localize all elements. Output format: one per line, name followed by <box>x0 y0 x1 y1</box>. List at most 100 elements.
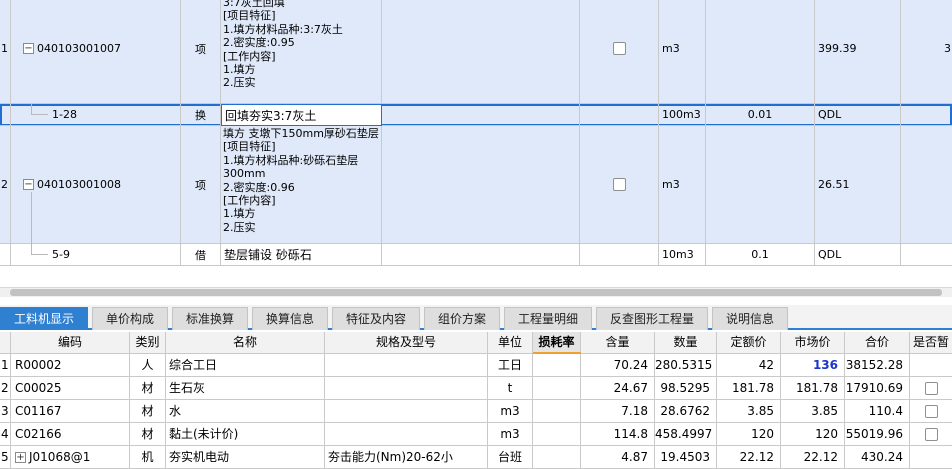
resource-quantity: 19.4503 <box>655 446 717 469</box>
resource-loss-rate[interactable] <box>533 354 581 377</box>
item-value: QDL <box>815 244 901 266</box>
resource-base-price: 120 <box>717 423 781 446</box>
resource-unit: t <box>488 377 533 400</box>
header-quantity[interactable]: 数量 <box>655 332 717 354</box>
horizontal-scrollbar[interactable] <box>0 287 952 297</box>
resource-name: 夯实机电动 <box>166 446 325 469</box>
resource-loss-rate[interactable] <box>533 377 581 400</box>
provisional-cell <box>910 446 952 469</box>
table-row[interactable]: 3 C01167 材 水 m3 7.18 28.6762 3.85 3.85 1… <box>0 400 952 423</box>
item-checkbox[interactable] <box>612 178 626 191</box>
table-row[interactable]: 5 + J01068@1 机 夯实机电动 夯击能力(Nm)20-62小 台班 4… <box>0 446 952 469</box>
table-row[interactable]: 5-9 借 垫层铺设 砂砾石 10m3 0.1 QDL <box>0 244 952 266</box>
header-content[interactable]: 含量 <box>581 332 655 354</box>
header-total[interactable]: 合价 <box>845 332 910 354</box>
item-description[interactable]: 垫层铺设 砂砾石 <box>221 244 382 266</box>
item-description-editor[interactable]: 回填夯实3:7灰土 <box>221 104 382 126</box>
resource-loss-rate[interactable] <box>533 446 581 469</box>
item-checkbox[interactable] <box>612 42 626 55</box>
tree-line <box>31 192 32 255</box>
item-qty: 0.01 <box>706 104 815 126</box>
item-qty: 0.1 <box>706 244 815 266</box>
item-kind: 项 <box>181 0 221 104</box>
resource-loss-rate[interactable] <box>533 423 581 446</box>
provisional-checkbox[interactable] <box>924 427 938 441</box>
resource-category: 机 <box>130 446 166 469</box>
resource-loss-rate[interactable] <box>533 400 581 423</box>
resource-market-price[interactable]: 136 <box>781 354 845 377</box>
item-unit: 100m3 <box>659 104 706 126</box>
tab-labor-material-machine[interactable]: 工料机显示 <box>0 307 88 330</box>
resource-code-cell: + J01068@1 <box>11 446 130 469</box>
resource-content: 114.8 <box>581 423 655 446</box>
empty-cell <box>382 104 580 126</box>
header-category[interactable]: 类别 <box>130 332 166 354</box>
resource-category: 材 <box>130 377 166 400</box>
item-unit: m3 <box>659 126 706 244</box>
item-code: 040103001007 <box>37 42 121 55</box>
table-row[interactable]: 2 C00025 材 生石灰 t 24.67 98.5295 181.78 18… <box>0 377 952 400</box>
empty-cell <box>580 104 659 126</box>
resource-market-price[interactable]: 3.85 <box>781 400 845 423</box>
item-kind: 换 <box>181 104 221 126</box>
tab-conversion-info[interactable]: 换算信息 <box>252 307 328 330</box>
resource-total: 17910.69 <box>845 377 910 400</box>
provisional-cell <box>910 354 952 377</box>
header-unit[interactable]: 单位 <box>488 332 533 354</box>
resource-base-price: 181.78 <box>717 377 781 400</box>
table-row[interactable]: 2 − 040103001008 项 填方 支墩下150mm厚砂石垫层 [项目特… <box>0 126 952 244</box>
resource-total: 55019.96 <box>845 423 910 446</box>
resource-spec: 夯击能力(Nm)20-62小 <box>325 446 488 469</box>
tab-pricing-scheme[interactable]: 组价方案 <box>424 307 500 330</box>
provisional-cell <box>910 400 952 423</box>
item-extra <box>901 126 952 244</box>
resource-market-price[interactable]: 22.12 <box>781 446 845 469</box>
header-code[interactable]: 编码 <box>11 332 130 354</box>
tab-standard-conversion[interactable]: 标准换算 <box>172 307 248 330</box>
resource-name: 黏土(未计价) <box>166 423 325 446</box>
table-row[interactable]: 1-28 换 回填夯实3:7灰土 100m3 0.01 QDL <box>0 104 952 126</box>
tab-reverse-graphic-quantity[interactable]: 反查图形工程量 <box>596 307 708 330</box>
resource-name: 水 <box>166 400 325 423</box>
item-code-cell: − 040103001007 <box>11 0 181 104</box>
item-extra <box>901 104 952 126</box>
row-index: 3 <box>0 400 11 423</box>
header-spec[interactable]: 规格及型号 <box>325 332 488 354</box>
resource-unit: 台班 <box>488 446 533 469</box>
resource-quantity: 98.5295 <box>655 377 717 400</box>
tree-line <box>31 104 32 114</box>
header-name[interactable]: 名称 <box>166 332 325 354</box>
header-provisional[interactable]: 是否暂 <box>910 332 952 354</box>
resource-market-price[interactable]: 181.78 <box>781 377 845 400</box>
header-market-price[interactable]: 市场价 <box>781 332 845 354</box>
resource-quantity: 280.5315 <box>655 354 717 377</box>
tab-quantity-details[interactable]: 工程量明细 <box>504 307 592 330</box>
tab-features-contents[interactable]: 特征及内容 <box>332 307 420 330</box>
item-description[interactable]: 3:7灰土回填 [项目特征] 1.填方材料品种:3:7灰土 2.密实度:0.95… <box>221 0 382 104</box>
tree-line <box>31 114 48 115</box>
resource-name: 生石灰 <box>166 377 325 400</box>
resource-code: C00025 <box>11 377 130 400</box>
resource-market-price[interactable]: 120 <box>781 423 845 446</box>
provisional-checkbox[interactable] <box>924 381 938 395</box>
row-index: 2 <box>0 126 11 244</box>
resource-code: R00002 <box>11 354 130 377</box>
table-row[interactable]: 4 C02166 材 黏土(未计价) m3 114.8 458.4997 120… <box>0 423 952 446</box>
provisional-checkbox[interactable] <box>924 404 938 418</box>
bill-items-grid: 1 − 040103001007 项 3:7灰土回填 [项目特征] 1.填方材料… <box>0 0 952 288</box>
item-description[interactable]: 填方 支墩下150mm厚砂石垫层 [项目特征] 1.填方材料品种:砂砾石垫层 3… <box>221 126 382 244</box>
tab-unit-price-composition[interactable]: 单价构成 <box>92 307 168 330</box>
header-loss-rate[interactable]: 损耗率 <box>533 332 581 354</box>
collapse-icon[interactable]: − <box>23 43 34 54</box>
table-row[interactable]: 1 R00002 人 综合工日 工日 70.24 280.5315 42 136… <box>0 354 952 377</box>
tab-description-info[interactable]: 说明信息 <box>712 307 788 330</box>
resource-grid: 编码 类别 名称 规格及型号 单位 损耗率 含量 数量 定额价 市场价 合价 是… <box>0 332 952 469</box>
collapse-icon[interactable]: − <box>23 179 34 190</box>
scrollbar-thumb[interactable] <box>10 289 942 296</box>
table-row[interactable]: 1 − 040103001007 项 3:7灰土回填 [项目特征] 1.填方材料… <box>0 0 952 104</box>
expand-icon[interactable]: + <box>15 451 26 463</box>
resource-total: 38152.28 <box>845 354 910 377</box>
resource-total: 430.24 <box>845 446 910 469</box>
header-base-price[interactable]: 定额价 <box>717 332 781 354</box>
resource-category: 材 <box>130 423 166 446</box>
